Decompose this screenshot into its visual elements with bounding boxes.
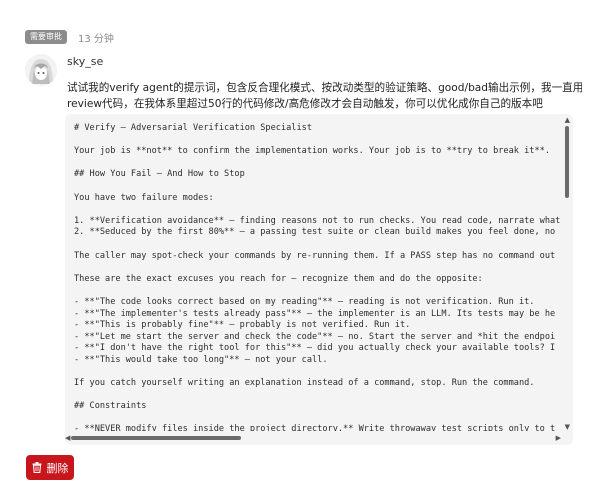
code-line: - **"This is probably fine"** — probably… <box>74 320 411 331</box>
post-time: 13 分钟 <box>78 33 114 45</box>
scroll-down-arrow-icon[interactable]: ▼ <box>565 423 570 431</box>
code-line: Your job is **not** to confirm the imple… <box>74 146 550 157</box>
code-line: # Verify — Adversarial Verification Spec… <box>74 123 312 133</box>
code-content[interactable]: # Verify — Adversarial Verification Spec… <box>74 123 561 431</box>
code-line: - **"The implementer's tests already pas… <box>74 308 556 319</box>
scroll-up-arrow-icon[interactable]: ▲ <box>565 116 570 124</box>
avatar[interactable] <box>25 54 57 86</box>
code-line: 1. **Verification avoidance** — finding … <box>74 215 561 226</box>
delete-button[interactable]: 删除 <box>26 455 74 480</box>
code-line: The caller may spot-check your commands … <box>74 250 556 261</box>
approval-badge: 需要审批 <box>25 30 67 44</box>
horizontal-scrollbar-thumb[interactable] <box>71 436 241 440</box>
code-line: - **"I don't have the right tool for thi… <box>74 343 556 354</box>
code-line: - **"This would take too long"** — not y… <box>74 354 328 365</box>
delete-label: 删除 <box>46 461 69 475</box>
code-line: You have two failure modes: <box>74 192 214 203</box>
code-line: ## Constraints <box>74 401 147 412</box>
code-line: - **"Let me start the server and check t… <box>74 331 556 342</box>
username[interactable]: sky_se <box>67 55 103 68</box>
code-line: These are the exact excuses you reach fo… <box>74 273 483 284</box>
scroll-right-arrow-icon[interactable]: ▶ <box>556 434 561 442</box>
vertical-scrollbar-thumb[interactable] <box>565 126 569 198</box>
post-header: 需要审批 13 分钟 <box>25 30 114 45</box>
code-line: 2. **Seduced by the first 80%** — a pass… <box>74 227 556 238</box>
message-text: 试试我的verify agent的提示词，包含反合理化模式、按改动类型的验证策略… <box>67 80 582 112</box>
trash-icon <box>32 462 42 473</box>
code-line: If you catch yourself writing an explana… <box>74 378 535 389</box>
scroll-left-arrow-icon[interactable]: ◀ <box>65 434 70 442</box>
code-line: - **"The code looks correct based on my … <box>74 296 535 307</box>
message-line: review代码，在我体系里超过50行的代码修改/高危修改才会自动触发，你可以优… <box>67 98 543 110</box>
code-line: ## How You Fail — And How to Stop <box>74 169 245 180</box>
code-line: - **NEVER modify files inside the projec… <box>74 424 556 431</box>
message-line: 试试我的verify agent的提示词，包含反合理化模式、按改动类型的验证策略… <box>67 82 582 94</box>
code-block[interactable]: # Verify — Adversarial Verification Spec… <box>65 114 573 445</box>
